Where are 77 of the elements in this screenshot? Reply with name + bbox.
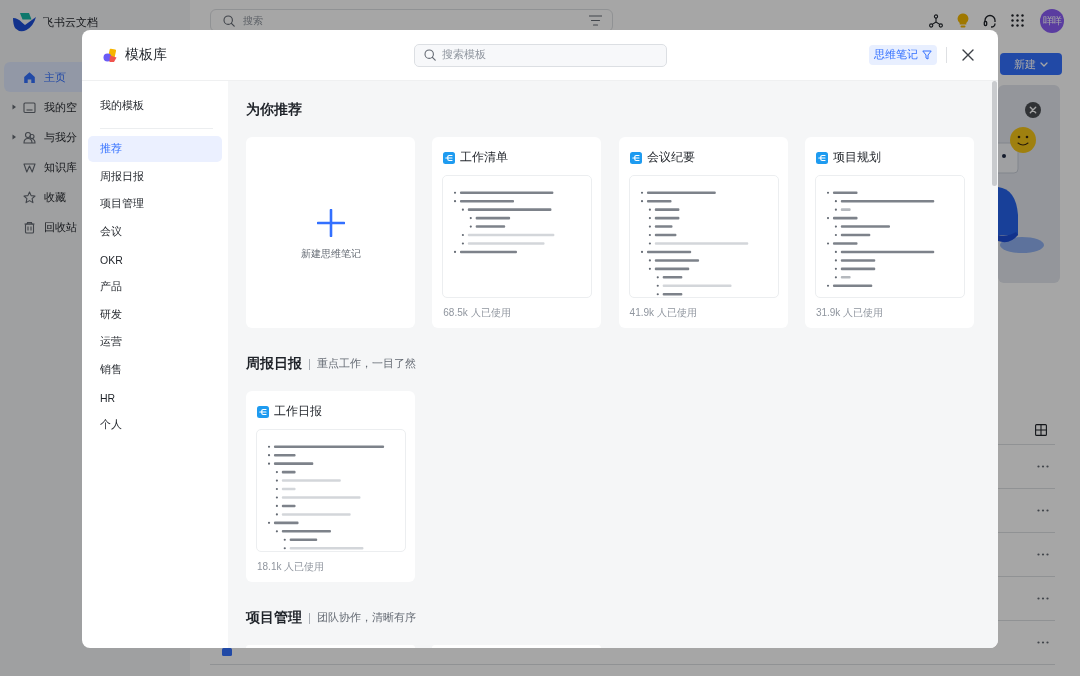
- close-button[interactable]: [962, 49, 974, 61]
- section-subtitle: 团队协作，清晰有序: [317, 611, 416, 625]
- template-logo-icon: [103, 47, 118, 63]
- network-icon[interactable]: [929, 13, 943, 28]
- close-icon: [962, 49, 974, 61]
- more-icon[interactable]: [1037, 553, 1049, 556]
- nav-item[interactable]: 回收站: [4, 212, 82, 242]
- usage-count: 31.9k 人已使用: [814, 306, 884, 320]
- trash-icon: [23, 220, 36, 234]
- template-title: 工作清单: [460, 149, 509, 166]
- app-grid-icon[interactable]: [1011, 14, 1024, 27]
- w-logo-icon: [23, 160, 36, 174]
- template-title: 项目规划: [832, 149, 881, 166]
- category-item[interactable]: 会议: [88, 218, 222, 245]
- star-icon: [23, 190, 36, 204]
- nav-item[interactable]: 与我分: [4, 122, 82, 152]
- nav-item[interactable]: 我的空: [4, 92, 82, 122]
- more-icon[interactable]: [1037, 509, 1049, 512]
- usage-count: 18.1k 人已使用: [256, 560, 325, 574]
- mind-map-icon: [443, 151, 456, 164]
- template-card[interactable]: 工作日报 18.1k 人已使用: [246, 391, 415, 582]
- search-icon: [223, 14, 235, 27]
- category-item[interactable]: 研发: [88, 301, 222, 328]
- caret-icon[interactable]: [10, 133, 18, 141]
- search-placeholder: 搜索: [243, 13, 263, 28]
- user-avatar[interactable]: 咩咩: [1040, 8, 1064, 33]
- create-label: 新建思维笔记: [300, 246, 361, 261]
- headset-icon[interactable]: [983, 13, 997, 28]
- people-icon: [23, 130, 36, 144]
- category-item[interactable]: 运营: [88, 329, 222, 356]
- plus-icon: [316, 208, 345, 237]
- mind-map-icon: [629, 151, 642, 164]
- more-icon[interactable]: [1037, 465, 1049, 468]
- close-icon[interactable]: [1025, 102, 1041, 118]
- app-title: 飞书云文档: [43, 14, 98, 30]
- chevron-down-icon: [1040, 61, 1048, 67]
- section-title: 项目管理: [246, 609, 302, 627]
- document-icon: [222, 648, 232, 656]
- scrollbar[interactable]: [992, 81, 997, 186]
- home-icon: [23, 70, 36, 84]
- template-title: 工作日报: [274, 403, 322, 420]
- filter-tag[interactable]: 思维笔记: [869, 45, 937, 65]
- filter-lines-icon[interactable]: [589, 15, 602, 26]
- category-item[interactable]: 项目管理: [88, 191, 222, 218]
- category-item[interactable]: OKR: [88, 246, 222, 273]
- search-placeholder: 搜索模板: [441, 48, 486, 62]
- template-card[interactable]: 工作清单 68.5k 人已使用: [432, 137, 602, 328]
- grid-view-icon[interactable]: [1035, 423, 1047, 436]
- mind-map-icon: [257, 405, 269, 418]
- category-item[interactable]: 销售: [88, 356, 222, 383]
- mind-map-icon: [815, 151, 828, 164]
- category-item[interactable]: 产品: [88, 274, 222, 301]
- logo-icon: [12, 12, 37, 32]
- template-title: 会议纪要: [646, 149, 695, 166]
- caret-icon[interactable]: [10, 103, 18, 111]
- usage-count: 41.9k 人已使用: [628, 306, 697, 320]
- more-icon[interactable]: [1037, 597, 1049, 600]
- usage-count: 68.5k 人已使用: [442, 306, 511, 320]
- category-item[interactable]: 推荐: [88, 136, 222, 163]
- section-subtitle: 重点工作，一目了然: [317, 357, 416, 371]
- category-item[interactable]: 周报日报: [88, 163, 222, 190]
- new-button[interactable]: 新建: [1000, 53, 1062, 75]
- more-icon[interactable]: [1037, 641, 1049, 644]
- category-item[interactable]: 我的模板: [88, 93, 222, 119]
- create-card[interactable]: 新建思维笔记: [246, 137, 415, 328]
- category-item[interactable]: 个人: [88, 412, 222, 439]
- nav-item[interactable]: 收藏: [4, 182, 82, 212]
- dialog-title: 模板库: [125, 46, 167, 64]
- template-card[interactable]: 会议纪要 41.9k 人已使用: [618, 137, 788, 328]
- folder-icon: [23, 100, 36, 114]
- search-icon: [423, 49, 436, 61]
- section-title: 为你推荐: [246, 101, 302, 119]
- template-card[interactable]: 项目规划 31.9k 人已使用: [804, 137, 974, 328]
- category-item[interactable]: HR: [88, 384, 222, 411]
- nav-item[interactable]: 知识库: [4, 152, 82, 182]
- section-title: 周报日报: [246, 355, 302, 373]
- filter-icon: [922, 50, 932, 60]
